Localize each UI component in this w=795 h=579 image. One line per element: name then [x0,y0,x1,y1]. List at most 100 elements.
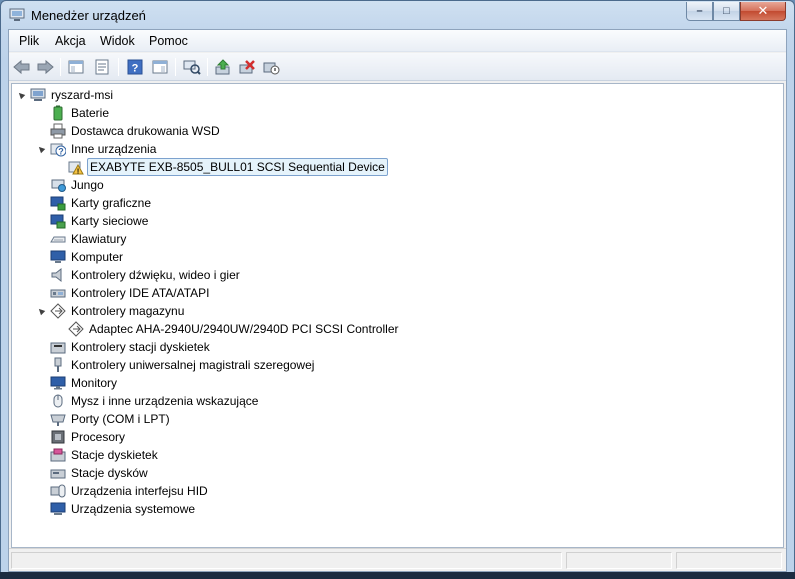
disable-device-button[interactable] [261,57,281,77]
tree-item-urzadzenia-hid[interactable]: Urządzenia interfejsu HID [36,482,210,500]
collapsed-arrow-icon [37,468,44,478]
expand-toggle[interactable] [36,468,46,478]
tree-item-komputer[interactable]: Komputer [36,248,125,266]
update-driver-icon [215,59,230,75]
tree-item-label: Stacje dysków [71,466,148,480]
update-driver-button[interactable] [213,57,233,77]
tree-child-exabyte-device[interactable]: ! EXABYTE EXB-8505_BULL01 SCSI Sequentia… [68,158,388,176]
expand-toggle[interactable] [36,198,46,208]
tree-item-mysz[interactable]: Mysz i inne urządzenia wskazujące [36,392,260,410]
help-button[interactable]: ? [125,57,145,77]
close-button[interactable]: ✕ [740,2,786,21]
tree-root-node[interactable]: ryszard-msi [16,86,115,104]
expand-toggle[interactable] [36,378,46,388]
taskbar-edge [0,572,795,579]
maximize-icon: □ [723,5,730,17]
status-cell-3 [676,552,782,569]
action-pane-button[interactable] [150,57,170,77]
tree-item-jungo[interactable]: Jungo [36,176,106,194]
tree-item-label: Kontrolery IDE ATA/ATAPI [71,286,210,300]
tree-item-urzadzenia-systemowe[interactable]: Urządzenia systemowe [36,500,197,518]
tree-item-stacje-dyskietek[interactable]: Stacje dyskietek [36,446,160,464]
collapse-toggle[interactable] [36,144,46,154]
expand-toggle[interactable] [36,270,46,280]
expand-toggle[interactable] [36,234,46,244]
battery-icon [53,105,63,121]
properties-button[interactable] [92,57,112,77]
expand-toggle[interactable] [36,432,46,442]
monitor-icon [50,376,66,390]
tree-item-label: Karty graficzne [71,196,152,210]
collapsed-arrow-icon [37,450,44,460]
expand-toggle[interactable] [36,180,46,190]
menu-plik[interactable]: Plik [19,34,39,48]
svg-text:?: ? [58,147,64,157]
tree-item-kontrolery-stacji-dyskietek[interactable]: Kontrolery stacji dyskietek [36,338,212,356]
status-cell-2 [566,552,672,569]
computer-monitor-icon [50,250,66,263]
collapse-toggle[interactable] [36,306,46,316]
tree-item-kontrolery-usb[interactable]: Kontrolery uniwersalnej magistrali szere… [36,356,316,374]
tree-item-label: Porty (COM i LPT) [71,412,170,426]
system-devices-icon [50,502,66,515]
expand-toggle[interactable] [36,396,46,406]
tree-item-dostawca-drukowania-wsd[interactable]: Dostawca drukowania WSD [36,122,222,140]
expand-toggle[interactable] [36,342,46,352]
expanded-arrow-icon [36,144,46,154]
title-bar[interactable]: Menedżer urządzeń – □ ✕ [1,1,794,29]
tree-item-label: Inne urządzenia [71,142,157,156]
tree-item-stacje-dyskow[interactable]: Stacje dysków [36,464,150,482]
back-button[interactable] [12,57,32,77]
tree-item-procesory[interactable]: Procesory [36,428,127,446]
tree-item-kontrolery-dzwieku[interactable]: Kontrolery dźwięku, wideo i gier [36,266,242,284]
close-icon: ✕ [757,3,769,18]
expanded-arrow-icon [16,90,26,100]
unknown-device-warning-icon: ! [68,161,84,175]
expand-toggle[interactable] [36,504,46,514]
expand-toggle[interactable] [36,414,46,424]
forward-arrow-icon [37,59,54,75]
expand-toggle[interactable] [36,108,46,118]
menu-akcja[interactable]: Akcja [55,34,86,48]
console-tree-button[interactable] [66,57,86,77]
tree-item-kontrolery-ide[interactable]: Kontrolery IDE ATA/ATAPI [36,284,212,302]
device-manager-window: Menedżer urządzeń – □ ✕ Plik Akcja Widok… [0,0,795,579]
scan-hardware-button[interactable] [182,57,202,77]
tree-item-baterie[interactable]: Baterie [36,104,111,122]
tree-item-label: Dostawca drukowania WSD [71,124,220,138]
tree-item-monitory[interactable]: Monitory [36,374,119,392]
uninstall-button[interactable] [237,57,257,77]
tree-child-adaptec-controller[interactable]: Adaptec AHA-2940U/2940UW/2940D PCI SCSI … [68,320,401,338]
menu-widok[interactable]: Widok [100,34,135,48]
collapsed-arrow-icon [37,378,44,388]
expand-toggle[interactable] [36,486,46,496]
expand-toggle[interactable] [36,126,46,136]
minimize-button[interactable]: – [686,2,713,21]
tree-item-karty-sieciowe[interactable]: Karty sieciowe [36,212,150,230]
processor-icon [51,430,65,444]
expand-toggle[interactable] [36,288,46,298]
speaker-icon [51,267,62,283]
expand-toggle[interactable] [36,216,46,226]
tree-item-label: Urządzenia systemowe [71,502,196,516]
collapse-root-toggle[interactable] [16,90,26,100]
maximize-button[interactable]: □ [713,2,740,21]
status-cell-main [11,552,562,569]
expand-toggle[interactable] [36,252,46,262]
tree-item-label: Jungo [71,178,104,192]
expand-toggle[interactable] [36,450,46,460]
forward-button[interactable] [35,57,55,77]
menu-bar: Plik Akcja Widok Pomoc [9,30,786,52]
tree-item-porty[interactable]: Porty (COM i LPT) [36,410,172,428]
device-tree[interactable]: ryszard-msi Baterie Dostawca drukowania … [11,83,784,548]
tree-item-klawiatury[interactable]: Klawiatury [36,230,128,248]
tree-item-inne-urzadzenia[interactable]: ? Inne urządzenia [36,140,158,158]
status-bar [9,548,786,571]
collapsed-arrow-icon [37,288,44,298]
svg-text:?: ? [132,63,139,75]
expand-toggle[interactable] [36,360,46,370]
toolbar-separator [207,58,208,76]
menu-pomoc[interactable]: Pomoc [149,34,188,48]
tree-item-karty-graficzne[interactable]: Karty graficzne [36,194,153,212]
tree-item-kontrolery-magazynu[interactable]: Kontrolery magazynu [36,302,186,320]
